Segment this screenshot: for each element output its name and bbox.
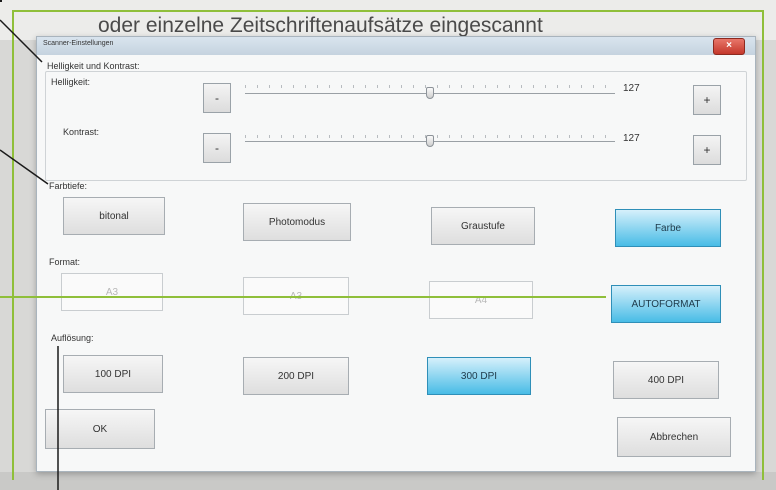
color-depth-grayscale-button[interactable]: Graustufe [431,207,535,245]
resolution-200dpi-button[interactable]: 200 DPI [243,357,349,395]
contrast-value: 127 [623,133,640,144]
callout-line-1 [0,0,2,2]
format-section-label: Format: [49,257,81,267]
brightness-value: 127 [623,83,640,94]
annotation-frame-top [12,10,764,12]
contrast-minus-button[interactable]: - [203,133,231,163]
ok-button[interactable]: OK [45,409,155,449]
resolution-400dpi-button[interactable]: 400 DPI [613,361,719,399]
annotation-frame-left [12,10,14,480]
format-a3-alt-button[interactable]: A3 [243,277,349,315]
close-icon: × [726,40,732,51]
color-depth-bitonal-button[interactable]: bitonal [63,197,165,235]
brightness-plus-button[interactable]: + [693,85,721,115]
brightness-minus-button[interactable]: - [203,83,231,113]
color-depth-section-label: Farbtiefe: [49,181,88,191]
resolution-300dpi-button[interactable]: 300 DPI [427,357,531,395]
title-bar: Scanner-Einstellungen × [37,37,755,55]
brightness-contrast-section-label: Helligkeit und Kontrast: [47,61,140,71]
background-text: oder einzelne Zeitschriftenaufsätze eing… [98,14,543,37]
background-bottom [0,472,776,490]
resolution-100dpi-button[interactable]: 100 DPI [63,355,163,393]
resolution-section-label: Auflösung: [51,333,94,343]
color-depth-color-button[interactable]: Farbe [615,209,721,247]
dialog-title: Scanner-Einstellungen [43,40,114,47]
contrast-slider-thumb[interactable] [426,135,434,147]
brightness-slider-thumb[interactable] [426,87,434,99]
annotation-frame-right [762,10,764,480]
brightness-label: Helligkeit: [51,77,91,87]
contrast-plus-button[interactable]: + [693,135,721,165]
contrast-label: Kontrast: [63,127,100,137]
cancel-button[interactable]: Abbrechen [617,417,731,457]
format-autoformat-button[interactable]: AUTOFORMAT [611,285,721,323]
format-a4-button[interactable]: A4 [429,281,533,319]
scanner-settings-dialog: Scanner-Einstellungen × Helligkeit und K… [36,36,756,472]
format-a3-button[interactable]: A3 [61,273,163,311]
color-depth-photo-button[interactable]: Photomodus [243,203,351,241]
close-button[interactable]: × [713,38,745,55]
